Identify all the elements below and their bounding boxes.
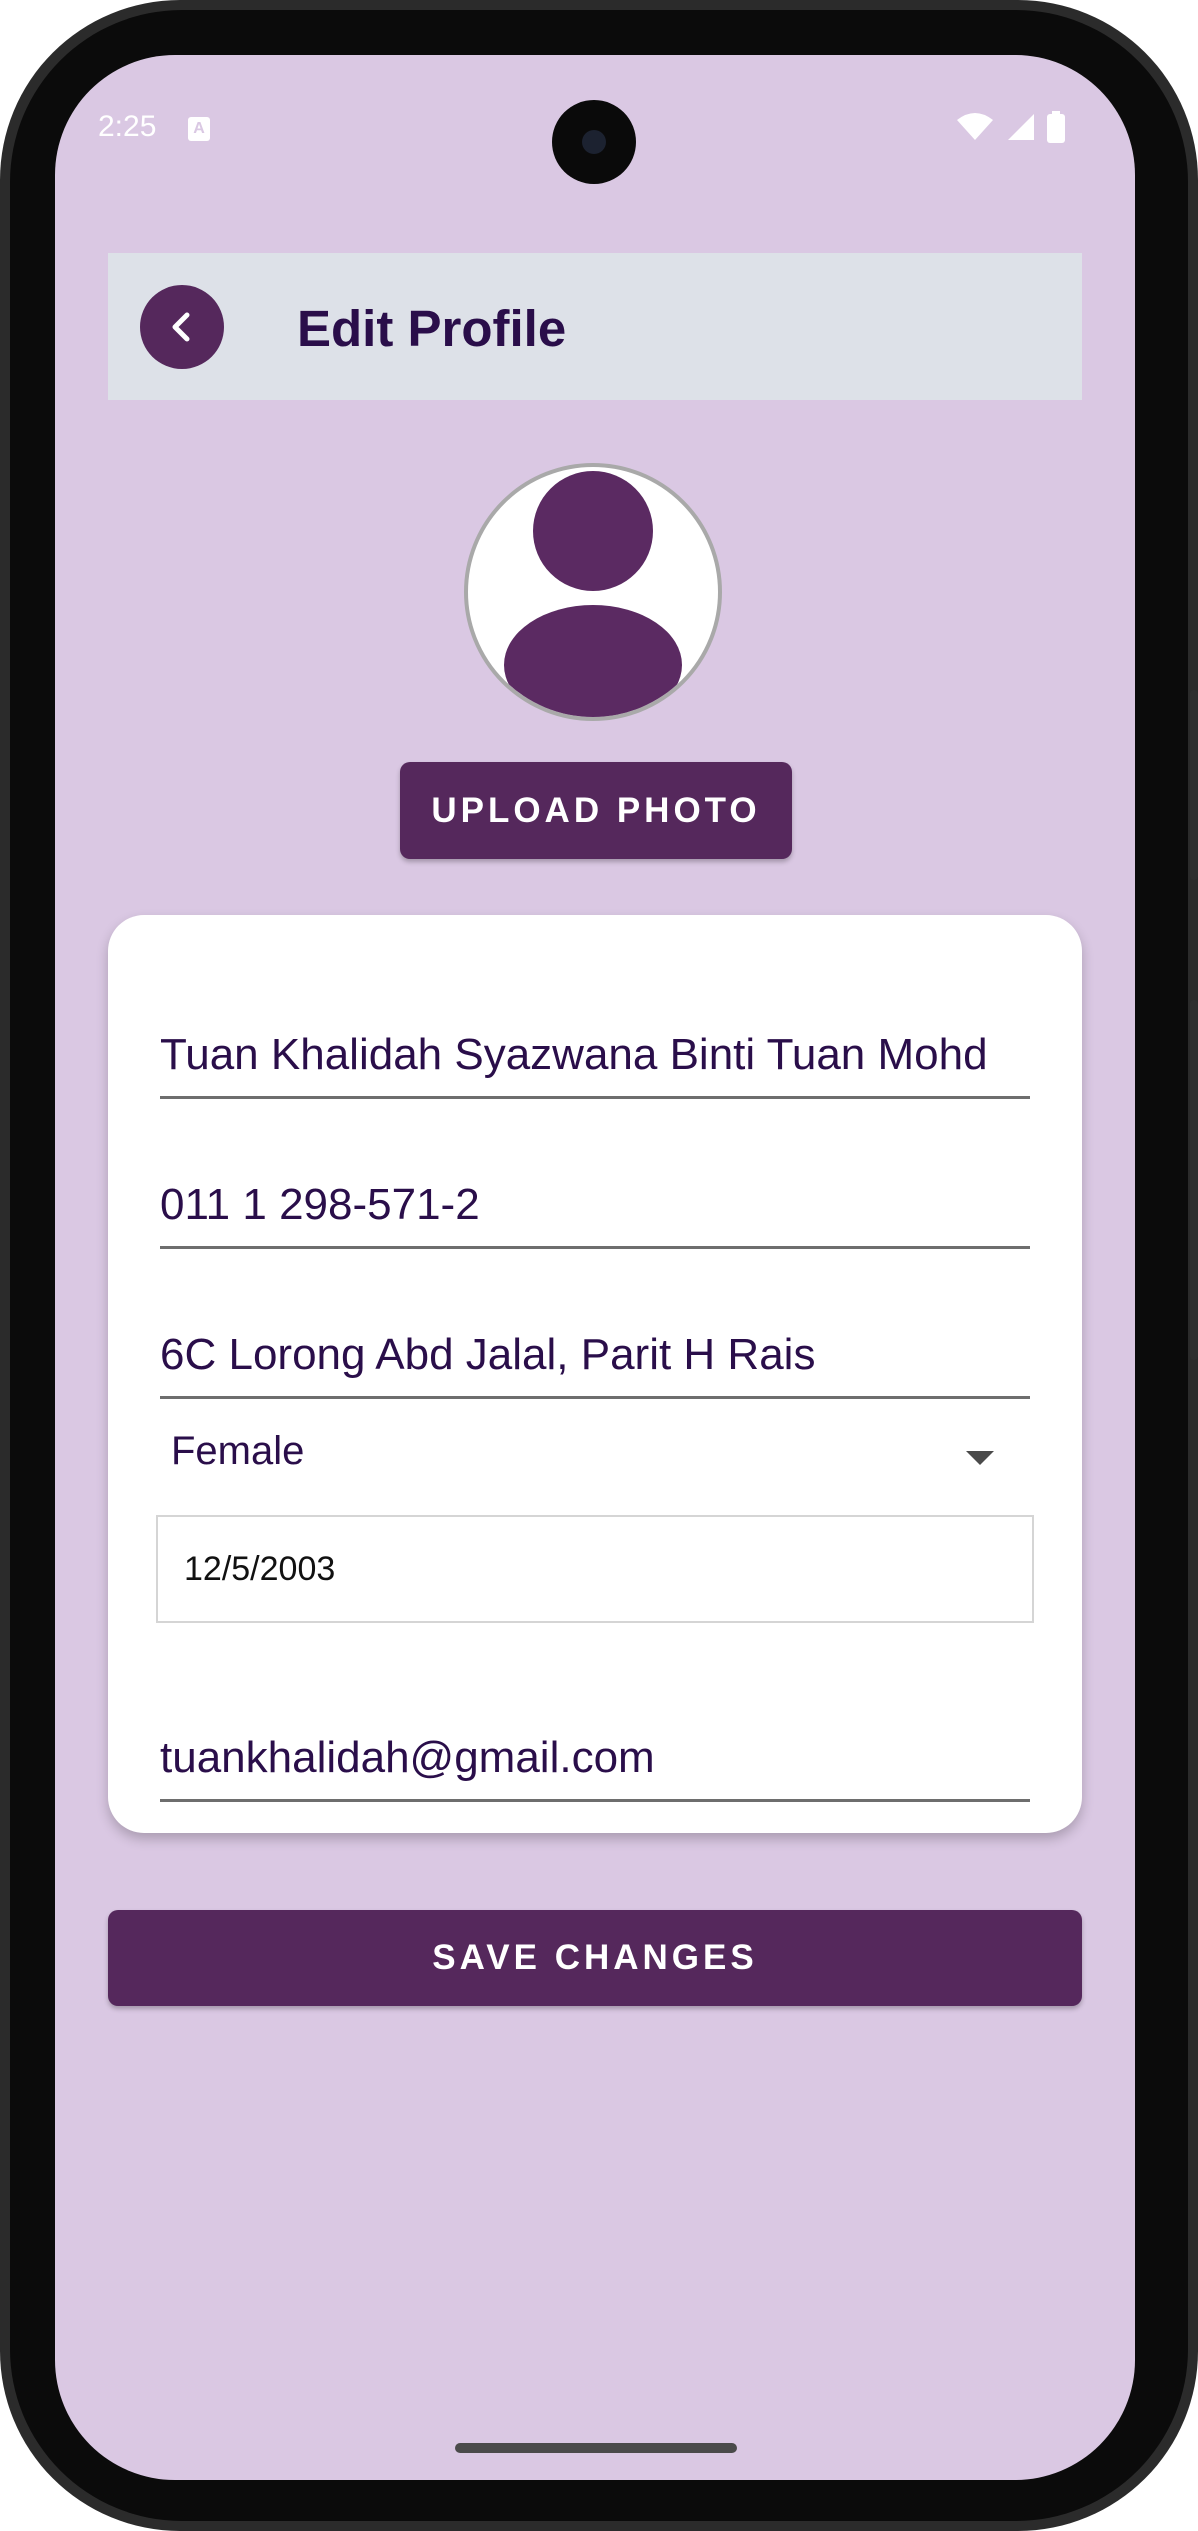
person-icon (504, 471, 682, 717)
page-title: Edit Profile (297, 300, 567, 357)
phone-field[interactable]: 011 1 298-571-2 (160, 1169, 1030, 1249)
birth-date-field[interactable]: 12/5/2003 (156, 1515, 1034, 1623)
battery-icon (1047, 111, 1065, 143)
status-icons (949, 111, 1065, 143)
upload-photo-button[interactable]: UPLOAD PHOTO (400, 762, 792, 859)
status-indicator-icon: A (188, 117, 210, 141)
gender-value: Female (171, 1429, 305, 1473)
app-screen: 2:25 A Edit Profile UPLOAD PHOTO Tuan Kh… (55, 55, 1135, 2480)
volume-button (1190, 1000, 1198, 1360)
email-field[interactable]: tuankhalidah@gmail.com (160, 1722, 1030, 1802)
wifi-icon (956, 113, 993, 140)
home-indicator[interactable] (455, 2443, 737, 2453)
avatar[interactable] (464, 463, 722, 721)
save-changes-button[interactable]: SAVE CHANGES (108, 1910, 1082, 2006)
chevron-left-icon (172, 312, 190, 342)
profile-form-card: Tuan Khalidah Syazwana Binti Tuan Mohd 0… (108, 915, 1082, 1833)
status-time: 2:25 (98, 110, 157, 143)
name-field[interactable]: Tuan Khalidah Syazwana Binti Tuan Mohd (160, 1019, 1030, 1099)
gender-dropdown[interactable]: Female (160, 1415, 1030, 1495)
app-header: Edit Profile (108, 253, 1082, 400)
dropdown-caret-icon (966, 1451, 994, 1465)
back-button[interactable] (140, 285, 224, 369)
power-button (1190, 690, 1198, 880)
front-camera (552, 100, 636, 184)
address-field[interactable]: 6C Lorong Abd Jalal, Parit H Rais (160, 1319, 1030, 1399)
signal-icon (1007, 114, 1034, 140)
